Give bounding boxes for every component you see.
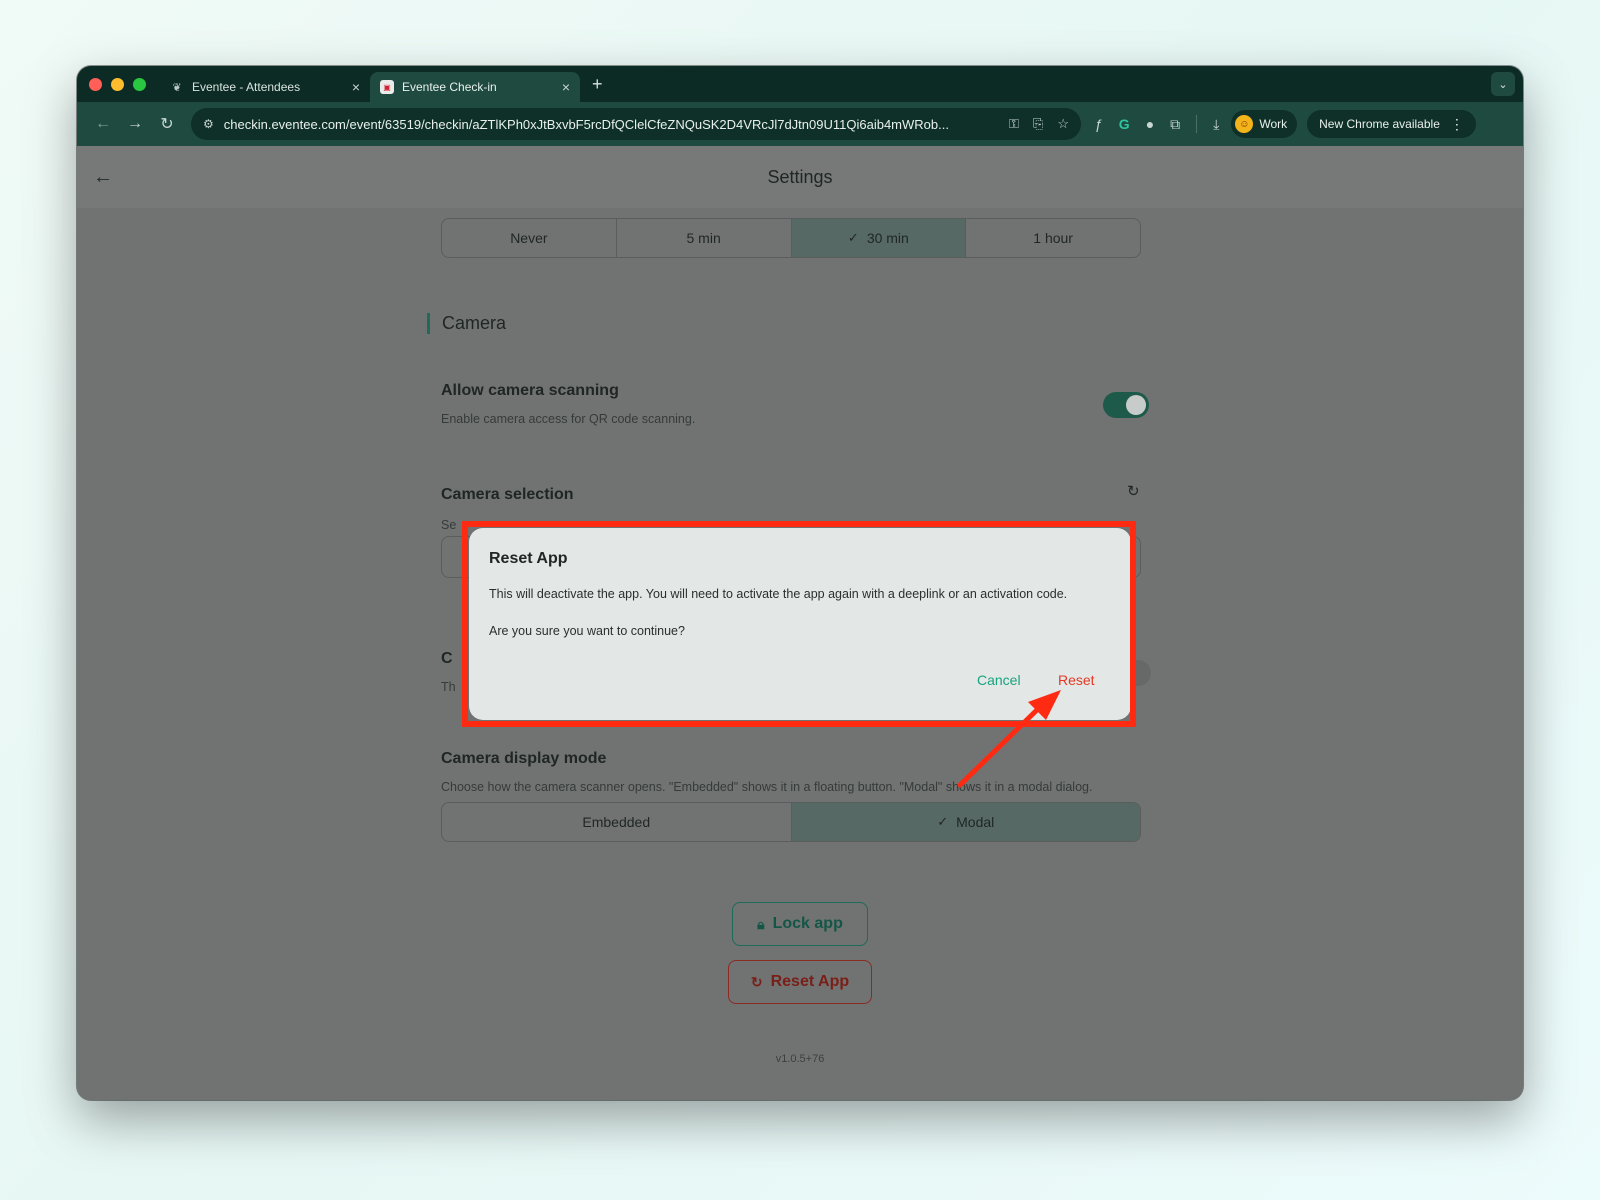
- lock-label: Lock app: [772, 915, 843, 932]
- display-option-embedded[interactable]: Embedded: [442, 803, 792, 841]
- back-arrow-icon[interactable]: ←: [87, 115, 119, 133]
- url-text: checkin.eventee.com/event/63519/checkin/…: [223, 116, 949, 132]
- extensions-puzzle-icon[interactable]: ⧉: [1170, 116, 1180, 133]
- key-icon[interactable]: ⚿: [1009, 116, 1019, 132]
- forward-arrow-icon[interactable]: →: [119, 115, 151, 133]
- option-label: 30 min: [866, 230, 909, 246]
- toggle-knob: [1126, 395, 1146, 415]
- avatar: ☺: [1235, 115, 1254, 133]
- drop-extension-icon[interactable]: ●: [1146, 116, 1154, 132]
- lock-icon: 🔒︎: [757, 915, 765, 932]
- reset-icon: ↻: [750, 973, 763, 990]
- check-icon: ✓: [847, 230, 859, 245]
- camera-selection-title: Camera selection: [441, 486, 574, 503]
- tab-search-chevron-icon[interactable]: ⌄: [1491, 72, 1515, 96]
- option-label: Modal: [956, 814, 995, 830]
- tab-bar: ❦ Eventee - Attendees × ▣ Eventee Check-…: [77, 66, 1523, 102]
- page-title: Settings: [767, 166, 833, 187]
- extension-icons: ƒ G ● ⧉ ⤓: [1095, 115, 1219, 133]
- tab-label: Eventee Check-in: [402, 80, 497, 94]
- download-icon[interactable]: ⤓: [1213, 116, 1219, 133]
- chrome-update-button[interactable]: New Chrome available ⋮: [1307, 110, 1476, 138]
- display-option-modal[interactable]: ✓ Modal: [791, 803, 1140, 841]
- close-window-button[interactable]: [89, 77, 102, 91]
- timeout-option-5-min[interactable]: 5 min: [617, 219, 792, 257]
- tab-label: Eventee - Attendees: [192, 80, 301, 94]
- timeout-option-1-hour[interactable]: 1 hour: [966, 219, 1140, 257]
- option-label: Embedded: [582, 814, 651, 830]
- hidden-setting-desc: Th: [441, 680, 456, 694]
- browser-toolbar: ← → ↻ ⚙ checkin.eventee.com/event/63519/…: [77, 102, 1523, 146]
- allow-camera-desc: Enable camera access for QR code scannin…: [441, 412, 696, 426]
- site-settings-icon[interactable]: ⚙: [203, 117, 214, 131]
- install-app-icon[interactable]: ⎘: [1033, 116, 1043, 132]
- profile-label: Work: [1259, 117, 1288, 131]
- tab-eventee-check-in[interactable]: ▣ Eventee Check-in ×: [370, 72, 580, 102]
- bookmark-star-icon[interactable]: ☆: [1057, 116, 1069, 132]
- lock-app-button[interactable]: 🔒︎ Lock app: [732, 902, 868, 946]
- close-tab-icon[interactable]: ×: [352, 79, 360, 95]
- camera-display-desc: Choose how the camera scanner opens. "Em…: [441, 780, 1093, 794]
- app-favicon-icon: ▣: [380, 80, 394, 94]
- version-text: v1.0.5+76: [775, 1053, 825, 1065]
- timeout-segmented-control: Never 5 min ✓ 30 min 1 hour: [441, 218, 1141, 258]
- new-tab-button[interactable]: +: [592, 74, 603, 95]
- grammarly-extension-icon[interactable]: G: [1119, 116, 1130, 132]
- check-icon: ✓: [937, 814, 949, 829]
- highlight-box: [462, 521, 1136, 727]
- reload-icon[interactable]: ↻: [151, 114, 183, 134]
- app-header: ← Settings: [77, 146, 1523, 208]
- update-label: New Chrome available: [1319, 117, 1440, 131]
- timeout-option-30-min[interactable]: ✓ 30 min: [791, 219, 967, 257]
- camera-section-title: Camera: [427, 313, 506, 334]
- window-controls: [89, 77, 146, 91]
- back-arrow-icon[interactable]: ←: [93, 166, 113, 189]
- kebab-menu-icon[interactable]: ⋮: [1450, 116, 1464, 133]
- maximize-window-button[interactable]: [133, 77, 146, 91]
- close-tab-icon[interactable]: ×: [562, 79, 570, 95]
- refresh-icon[interactable]: ↻: [1127, 482, 1140, 500]
- option-label: 1 hour: [1033, 230, 1073, 246]
- hidden-setting-title: C: [441, 650, 453, 667]
- allow-camera-title: Allow camera scanning: [441, 382, 619, 399]
- reset-app-button[interactable]: ↻ Reset App: [728, 960, 872, 1004]
- profile-button[interactable]: ☺ Work: [1231, 110, 1298, 138]
- camera-selection-desc: Se: [441, 518, 457, 532]
- leaf-icon: ❦: [172, 81, 182, 94]
- timeout-option-never[interactable]: Never: [442, 219, 617, 257]
- display-mode-segmented-control: Embedded ✓ Modal: [441, 802, 1141, 842]
- option-label: Never: [510, 230, 548, 246]
- formula-extension-icon[interactable]: ƒ: [1095, 116, 1103, 132]
- toolbar-divider: [1196, 115, 1198, 133]
- camera-display-title: Camera display mode: [441, 750, 607, 767]
- allow-camera-toggle[interactable]: [1103, 392, 1149, 418]
- address-bar[interactable]: ⚙ checkin.eventee.com/event/63519/checki…: [191, 108, 1081, 140]
- reset-label: Reset App: [770, 973, 850, 990]
- option-label: 5 min: [686, 230, 721, 246]
- minimize-window-button[interactable]: [111, 77, 124, 91]
- tab-eventee-attendees[interactable]: ❦ Eventee - Attendees ×: [160, 72, 370, 102]
